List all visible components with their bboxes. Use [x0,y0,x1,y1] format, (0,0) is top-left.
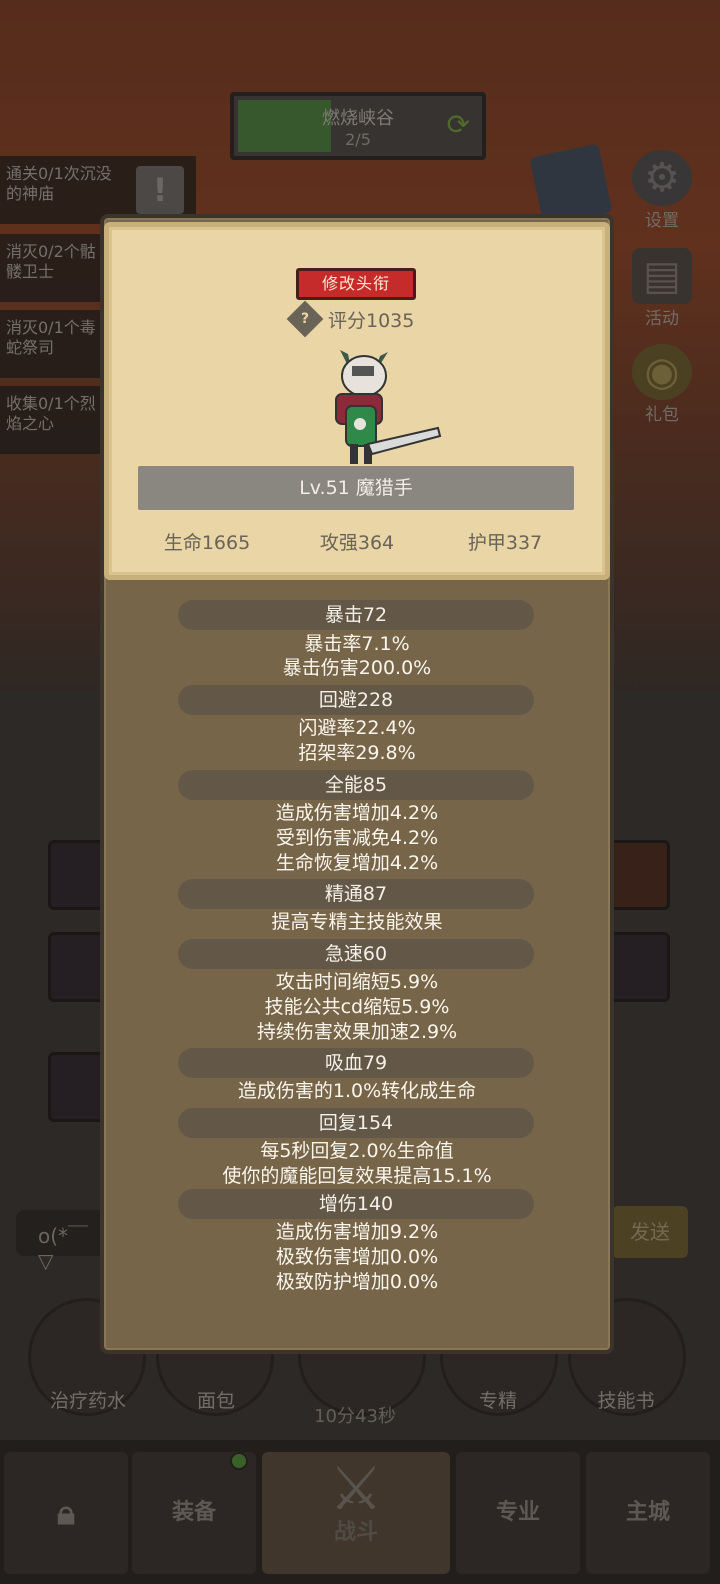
tab-battle[interactable]: ⚔ 战斗 [262,1452,450,1574]
quest-text: 消灭0/2个骷髅卫士 [6,242,96,281]
stat-line: 极致防护增加0.0% [275,1271,439,1293]
chest-timer: 10分43秒 [314,1406,396,1427]
damage-increase-group-header: 增伤140 [178,1189,534,1219]
stat-line: 造成伤害增加4.2% [275,802,439,824]
tab-main-city[interactable]: 主城 [586,1452,710,1574]
send-button[interactable]: 发送 [612,1206,688,1258]
lifesteal-group-header: 吸血79 [178,1048,534,1078]
regen-group-header: 回复154 [178,1108,534,1138]
score-text: 评分1035 [328,309,415,332]
quest-item[interactable]: 消灭0/1个毒蛇祭司 [0,310,110,378]
stage-name: 燃烧峡谷 [322,108,394,129]
tab-locked[interactable]: 🔒︎ [4,1452,128,1574]
tab-profession[interactable]: 专业 [456,1452,580,1574]
stat-line: 技能公共cd缩短5.9% [264,996,450,1018]
stat-line: 攻击时间缩短5.9% [275,971,439,993]
stat-line: 造成伤害增加9.2% [275,1221,439,1243]
stat-line: 极致伤害增加0.0% [275,1246,439,1268]
refresh-icon[interactable]: ⟳ [447,108,470,141]
score-row: ? 评分1035 [286,300,415,338]
stat-line: 暴击率7.1% [304,633,410,655]
armor-stat: 护甲337 [467,532,543,554]
character-name-bar: Lv.51 魔猎手 [138,466,574,510]
skillbook-label: 技能书 [597,1390,655,1412]
stat-line: 招架率29.8% [298,742,416,764]
gear-icon: ⚙ [632,150,692,206]
settings-label: 设置 [645,211,679,231]
help-icon[interactable]: ? [286,300,324,338]
avoidance-group-header: 回避228 [178,685,534,715]
specialization-label: 专精 [478,1390,517,1412]
stat-line: 提高专精主技能效果 [271,911,443,933]
stat-line: 造成伤害的1.0%转化成生命 [237,1080,477,1102]
stage-progress-text: 2/5 [345,130,371,149]
haste-group-header: 急速60 [178,939,534,969]
stat-line: 受到伤害减免4.2% [275,827,439,849]
crit-group-header: 暴击72 [178,600,534,630]
versatility-group-header: 全能85 [178,770,534,800]
quest-item[interactable]: 收集0/1个烈焰之心 [0,386,110,454]
stat-line: 每5秒回复2.0%生命值 [260,1140,454,1162]
activity-button[interactable]: ▤ 活动 [624,248,700,329]
gift-button[interactable]: ◉ 礼包 [624,344,700,425]
quest-text: 收集0/1个烈焰之心 [6,394,96,433]
stage-progress-bar[interactable]: 燃烧峡谷 2/5 ⟳ [230,92,486,160]
scroll-icon: ▤ [632,248,692,304]
attack-power-stat: 攻强364 [319,532,395,554]
health-stat: 生命1665 [163,532,251,554]
notification-badge [230,1452,248,1470]
settings-button[interactable]: ⚙ 设置 [624,150,700,231]
quest-text: 消灭0/1个毒蛇祭司 [6,318,96,357]
quest-item[interactable]: 消灭0/2个骷髅卫士 [0,234,110,302]
activity-label: 活动 [645,309,679,329]
character-avatar [335,350,442,464]
stat-line: 闪避率22.4% [298,717,416,739]
gift-label: 礼包 [645,405,679,425]
stat-line: 使你的魔能回复效果提高15.1% [222,1165,492,1187]
quest-text: 通关0/1次沉没的神庙 [6,164,112,203]
gift-icon: ◉ [632,344,692,400]
tab-equipment[interactable]: 装备 [132,1452,256,1574]
stat-line: 暴击伤害200.0% [282,657,432,679]
exclamation-icon[interactable]: ! [136,166,184,214]
tab-battle-label: 战斗 [333,1520,378,1545]
lock-icon: 🔒︎ [56,1493,76,1533]
stat-line: 生命恢复增加4.2% [275,852,439,874]
bread-label: 面包 [196,1390,235,1412]
change-title-button[interactable]: 修改头衔 [296,268,416,300]
stat-line: 持续伤害效果加速2.9% [256,1021,458,1043]
mastery-group-header: 精通87 [178,879,534,909]
potion-label: 治疗药水 [49,1390,126,1412]
